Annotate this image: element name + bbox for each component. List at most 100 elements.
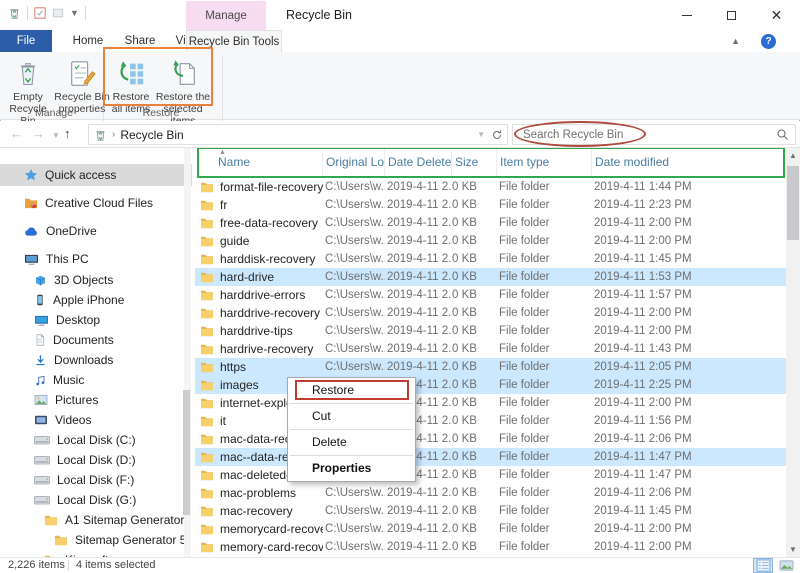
sidebar-item-sitemap-generator-5[interactable]: Sitemap Generator 5	[0, 530, 192, 550]
close-button[interactable]: ✕	[754, 1, 799, 29]
file-size-cell: 0 KB	[452, 487, 477, 499]
up-arrow-icon[interactable]: ↑	[64, 126, 71, 141]
menu-item-delete[interactable]: Delete	[288, 432, 415, 453]
file-type-cell: File folder	[499, 361, 550, 373]
sidebar-item-3d-objects[interactable]: 3D Objects	[0, 270, 192, 290]
list-scrollbar[interactable]: ▲ ▼	[786, 148, 800, 557]
column-header-date-modified[interactable]: Date modified	[592, 148, 786, 176]
file-row-harddrive-errors[interactable]: harddrive-errors C:\Users\w... 2019-4-11 2…	[195, 286, 786, 304]
properties-check-icon[interactable]	[34, 7, 46, 19]
toolbar-extra-icon[interactable]	[52, 7, 64, 19]
sidebar-item-local-disk-c[interactable]: Local Disk (C:)	[0, 430, 192, 450]
file-row-memory-card-recovery[interactable]: memory-card-recoveryC:\Users\w...2019-4-…	[195, 538, 786, 556]
sidebar-item-documents[interactable]: Documents	[0, 330, 192, 350]
sidebar-item-quick-access[interactable]: Quick access	[0, 164, 192, 186]
file-row-hardrive-recovery[interactable]: hardrive-recovery C:\Users\w... 2019-4-11 …	[195, 340, 786, 358]
search-input[interactable]	[513, 128, 776, 141]
sidebar-item-local-disk-g[interactable]: Local Disk (G:)	[0, 490, 192, 510]
breadcrumb-chevron-icon[interactable]: ›	[112, 129, 115, 140]
contextual-tab-manage[interactable]: Manage	[186, 1, 266, 30]
file-row-harddrive-recovery[interactable]: harddrive-recovery C:\Users\w... 2019-4-11…	[195, 304, 786, 322]
file-modified-cell: 2019-4-11 2:25 PM	[594, 379, 692, 391]
maximize-button[interactable]	[709, 1, 754, 29]
recycle-bin-properties-button[interactable]: Recycle Bin properties	[54, 55, 110, 115]
menu-item-restore[interactable]: Restore	[288, 380, 415, 401]
file-location-cell: C:\Users\w...	[325, 487, 385, 499]
file-row-mac-data-recovery[interactable]: mac--data-recoveryC:\Users\w...2019-4-11…	[195, 448, 786, 466]
file-row-mac-deleted-files[interactable]: mac-deleted-filesC:\Users\w...2019-4-11 …	[195, 466, 786, 484]
file-row-fr[interactable]: fr C:\Users\w... 2019-4-11 2... 0 KB File fo…	[195, 196, 786, 214]
back-arrow-icon[interactable]: ←	[10, 126, 23, 141]
file-row-harddisk-recovery[interactable]: harddisk-recovery C:\Users\w... 2019-4-11 …	[195, 250, 786, 268]
file-row-https[interactable]: https C:\Users\w... 2019-4-11 2... 0 KB File…	[195, 358, 786, 376]
sidebar-item-this-pc[interactable]: This PC	[0, 248, 192, 270]
column-header-original-lo[interactable]: Original Lo...	[323, 148, 385, 176]
file-row-format-file-recovery[interactable]: format-file-recovery C:\Users\w... 2019-4-…	[195, 178, 786, 196]
file-row-mac-recovery[interactable]: mac-recovery C:\Users\w... 2019-4-11 2... 0…	[195, 502, 786, 520]
file-row-hard-drive[interactable]: hard-drive C:\Users\w... 2019-4-11 2... 0 K…	[195, 268, 786, 286]
file-row-memorycard-recovery[interactable]: memorycard-recoveryC:\Users\w...2019-4-1…	[195, 520, 786, 538]
sidebar-item-creative-cloud-files[interactable]: Creative Cloud Files	[0, 192, 192, 214]
folder-icon	[200, 397, 214, 409]
breadcrumb-path[interactable]: Recycle Bin	[120, 128, 183, 142]
sidebar-item-a1-sitemap-generator[interactable]: A1 Sitemap Generator	[0, 510, 192, 530]
address-dropdown-chevron-icon[interactable]: ▼	[477, 130, 485, 139]
sidebar-item-local-disk-d[interactable]: Local Disk (D:)	[0, 450, 192, 470]
disk-drive-icon	[34, 495, 50, 506]
collapse-ribbon-icon[interactable]: ▲	[731, 36, 740, 46]
breadcrumb[interactable]: › Recycle Bin ▼	[88, 124, 508, 145]
forward-arrow-icon[interactable]: →	[32, 126, 45, 141]
recent-locations-chevron-icon[interactable]: ▼	[52, 131, 60, 140]
scroll-down-icon[interactable]: ▼	[786, 542, 800, 557]
file-row-mac-data-recovery[interactable]: mac-data-recoveryC:\Users\w...2019-4-11 …	[195, 430, 786, 448]
list-scrollbar-thumb[interactable]	[787, 166, 799, 240]
restore-the-selected-items-button[interactable]: Restore the selected items	[154, 55, 212, 127]
tab-share[interactable]: Share	[116, 30, 164, 52]
tab-home[interactable]: Home	[62, 30, 114, 52]
menu-item-cut[interactable]: Cut	[288, 406, 415, 427]
minimize-button[interactable]	[664, 1, 709, 29]
details-view-button[interactable]	[753, 558, 773, 573]
search-icon[interactable]	[776, 128, 795, 141]
thumbnails-view-button[interactable]	[776, 558, 796, 573]
column-header-date-deleted[interactable]: Date Deleted	[385, 148, 452, 176]
sidebar-item-downloads[interactable]: Downloads	[0, 350, 192, 370]
sidebar-item-music[interactable]: Music	[0, 370, 192, 390]
sidebar-item-pictures[interactable]: Pictures	[0, 390, 192, 410]
customize-toolbar-chevron-icon[interactable]: ▼	[70, 8, 79, 18]
sidebar-item-videos[interactable]: Videos	[0, 410, 192, 430]
column-header-name[interactable]: Name	[195, 148, 323, 176]
file-row-it[interactable]: itC:\Users\w...2019-4-11 2...0 KBFile fo…	[195, 412, 786, 430]
file-row-free-data-recovery[interactable]: free-data-recovery C:\Users\w... 2019-4-11…	[195, 214, 786, 232]
help-icon[interactable]: ?	[761, 34, 776, 49]
tab-recycle-bin-tools[interactable]: Recycle Bin Tools	[186, 30, 282, 52]
sidebar-scrollbar[interactable]	[183, 148, 191, 557]
sidebar-item-apple-iphone[interactable]: Apple iPhone	[0, 290, 192, 310]
file-row-harddrive-tips[interactable]: harddrive-tips C:\Users\w... 2019-4-11 2..…	[195, 322, 786, 340]
empty-recycle-bin-button[interactable]: Empty Recycle Bin	[4, 55, 52, 127]
folder-icon	[200, 451, 214, 463]
file-row-guide[interactable]: guide C:\Users\w... 2019-4-11 2... 0 KB File…	[195, 232, 786, 250]
file-row-images[interactable]: imagesC:\Users\w...2019-4-11 2...0 KBFil…	[195, 376, 786, 394]
disk-drive-icon	[34, 475, 50, 486]
file-name: format-file-recovery	[220, 180, 323, 194]
sidebar-scrollbar-thumb[interactable]	[183, 390, 190, 515]
sidebar-item-local-disk-f[interactable]: Local Disk (F:)	[0, 470, 192, 490]
column-header-size[interactable]: Size	[452, 148, 497, 176]
restore-all-items-button[interactable]: Restore all items	[110, 55, 152, 115]
sidebar-item-kingsoft[interactable]: Kingsoft	[0, 550, 192, 557]
column-header-item-type[interactable]: Item type	[497, 148, 592, 176]
sidebar-item-desktop[interactable]: Desktop	[0, 310, 192, 330]
tab-file[interactable]: File	[0, 30, 52, 52]
sidebar-item-label: OneDrive	[46, 224, 97, 238]
file-row-mac-problems[interactable]: mac-problems C:\Users\w... 2019-4-11 2... 0…	[195, 484, 786, 502]
window-title: Recycle Bin	[286, 8, 352, 22]
file-row-internet-explorer[interactable]: internet-explorerC:\Users\w...2019-4-11 …	[195, 394, 786, 412]
refresh-icon[interactable]	[491, 129, 503, 141]
title-bar: ▼ Manage Recycle Bin ✕	[0, 0, 800, 30]
sidebar-item-onedrive[interactable]: OneDrive	[0, 220, 192, 242]
scroll-up-icon[interactable]: ▲	[786, 148, 800, 163]
menu-item-properties[interactable]: Properties	[288, 458, 415, 479]
recycle-bin-small-icon[interactable]	[8, 6, 21, 20]
file-type-cell: File folder	[499, 415, 550, 427]
